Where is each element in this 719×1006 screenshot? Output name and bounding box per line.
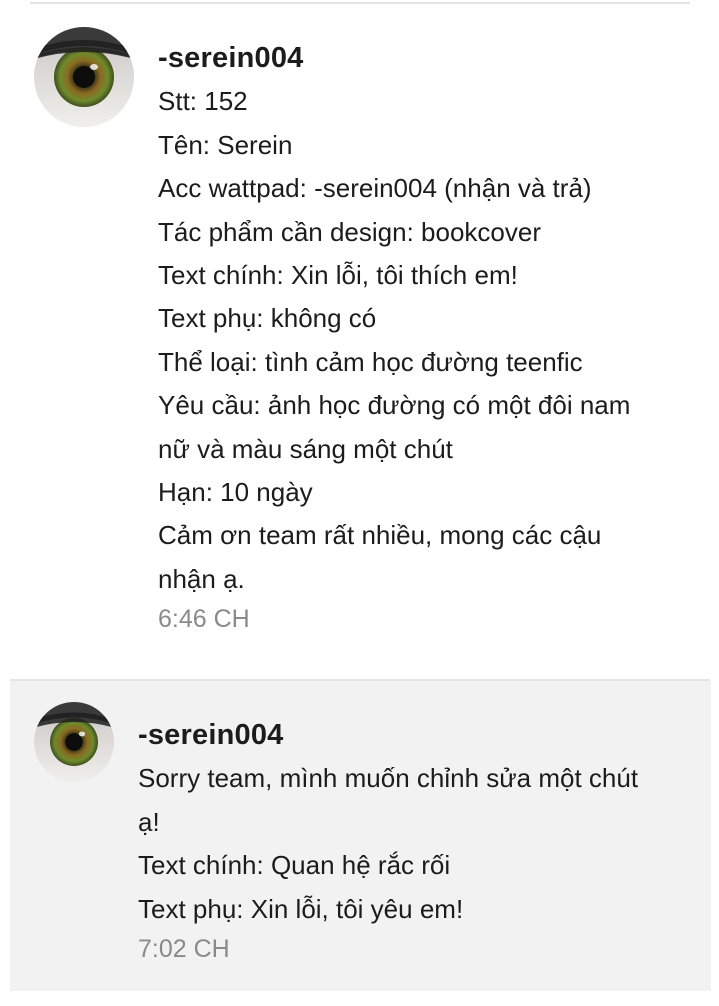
comment-timestamp: 6:46 CH bbox=[158, 605, 250, 634]
comment-item: -serein004 Stt: 152 Tên: Serein Acc watt… bbox=[0, 4, 719, 678]
comment-line: nữ và màu sáng một chút bbox=[158, 433, 453, 464]
avatar[interactable] bbox=[34, 702, 114, 782]
eye-avatar-icon bbox=[34, 27, 134, 127]
username[interactable]: -serein004 bbox=[138, 714, 638, 757]
comment-line: Tác phẩm cần design: bookcover bbox=[158, 216, 541, 247]
comment-line: Text phụ: Xin lỗi, tôi yêu em! bbox=[138, 893, 464, 924]
comment-line: Sorry team, mình muốn chỉnh sửa một chút bbox=[138, 763, 639, 794]
eye-avatar-icon bbox=[34, 702, 114, 782]
avatar[interactable] bbox=[34, 27, 134, 127]
comment-timestamp: 7:02 CH bbox=[138, 935, 230, 964]
comment-body: -serein004 Sorry team, mình muốn chỉnh s… bbox=[138, 714, 638, 967]
comment-line: Text phụ: không có bbox=[158, 303, 377, 334]
username[interactable]: -serein004 bbox=[158, 37, 630, 80]
comment-line: Acc wattpad: -serein004 (nhận và trả) bbox=[158, 173, 592, 204]
comment-line: Cảm ơn team rất nhiều, mong các cậu bbox=[158, 520, 602, 551]
comment-body: -serein004 Stt: 152 Tên: Serein Acc watt… bbox=[158, 37, 630, 637]
comment-line: Hạn: 10 ngày bbox=[158, 477, 313, 508]
comment-line: Text chính: Xin lỗi, tôi thích em! bbox=[158, 260, 518, 291]
comment-line: Tên: Serein bbox=[158, 129, 293, 160]
comment-line: Thể loại: tình cảm học đường teenfic bbox=[158, 346, 583, 377]
comment-item-highlighted: -serein004 Sorry team, mình muốn chỉnh s… bbox=[10, 681, 711, 991]
comment-line: ạ! bbox=[138, 806, 160, 837]
comment-line: Yêu cầu: ảnh học đường có một đôi nam bbox=[158, 390, 631, 421]
comment-line: Stt: 152 bbox=[158, 86, 248, 117]
comment-line: nhận ạ. bbox=[158, 563, 245, 594]
comment-line: Text chính: Quan hệ rắc rối bbox=[138, 850, 451, 881]
